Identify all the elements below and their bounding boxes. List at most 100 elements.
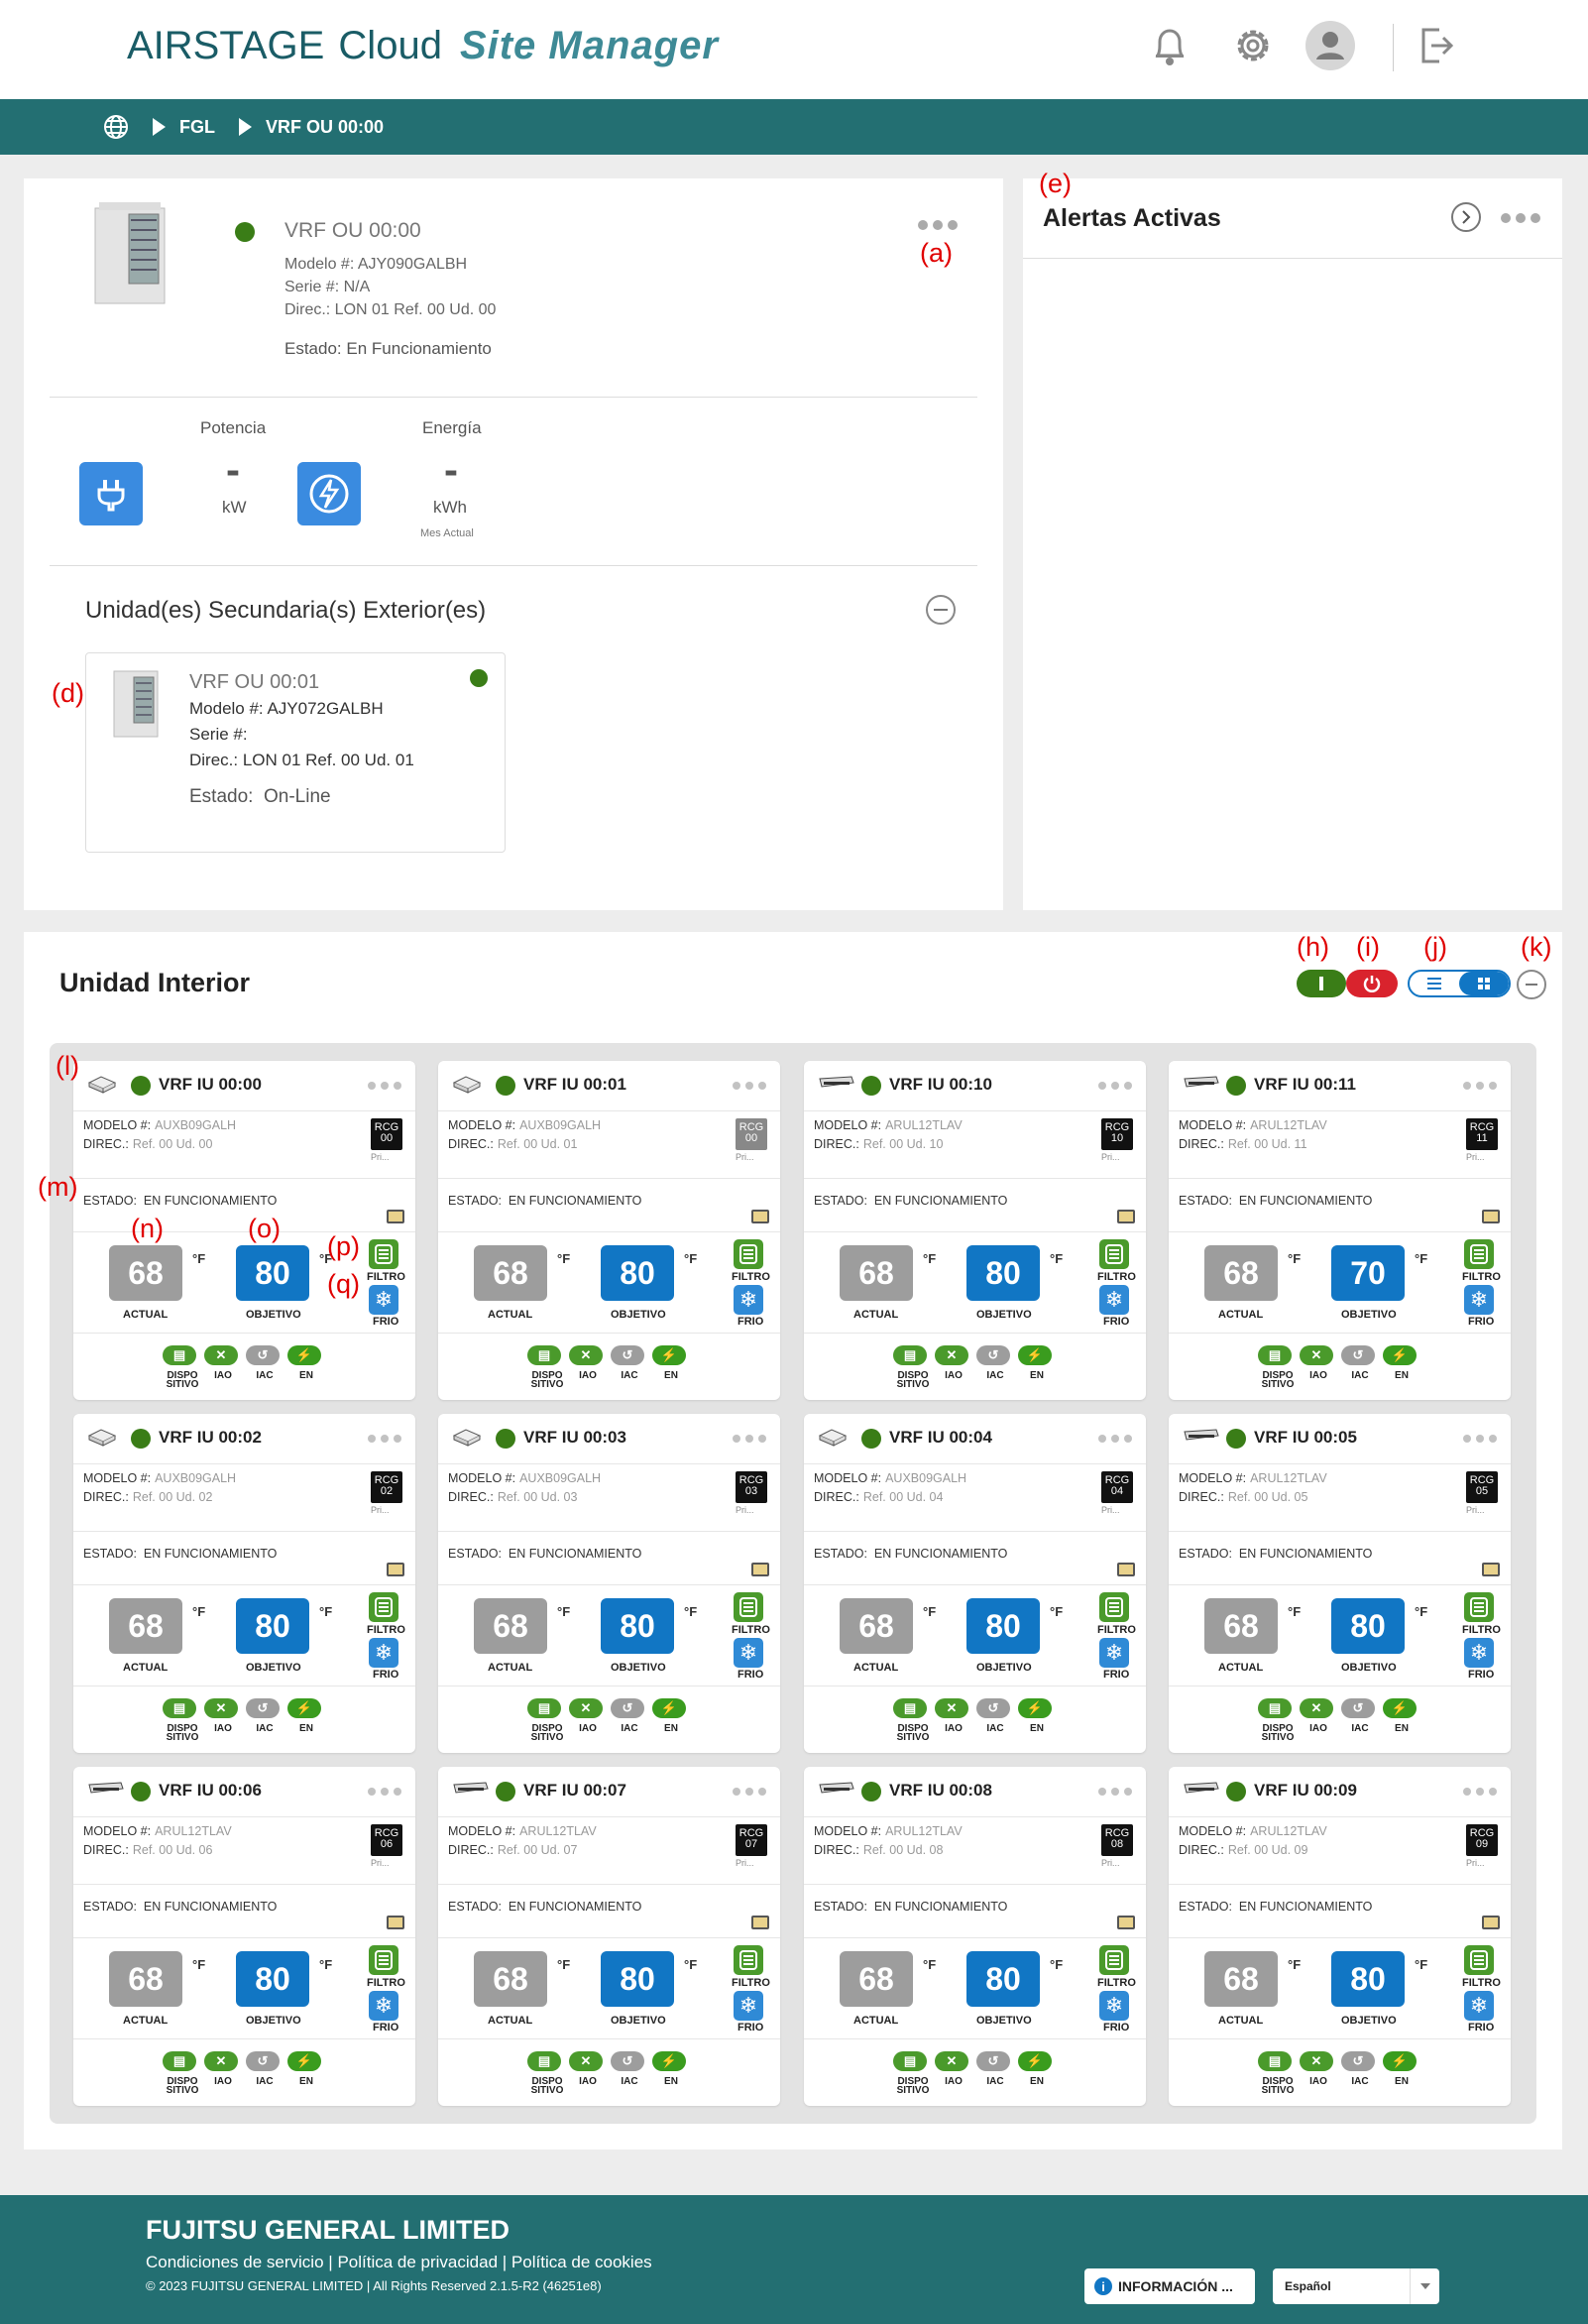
feature-pill-1[interactable]: ✕	[204, 2051, 238, 2071]
filter-icon[interactable]	[369, 1945, 398, 1975]
feature-pill-2[interactable]: ↺	[976, 2051, 1010, 2071]
feature-pill-0[interactable]: ▤	[163, 1698, 196, 1718]
feature-pill-2[interactable]: ↺	[246, 2051, 280, 2071]
language-select[interactable]: Español	[1273, 2268, 1439, 2304]
more-options-icon[interactable]	[733, 1788, 766, 1796]
filter-icon[interactable]	[734, 1239, 763, 1269]
feature-pill-1[interactable]: ✕	[935, 2051, 968, 2071]
unit-name[interactable]: VRF IU 00:07	[523, 1781, 626, 1801]
breadcrumb-current[interactable]: VRF OU 00:00	[266, 117, 384, 138]
filter-icon[interactable]	[734, 1592, 763, 1622]
feature-pill-0[interactable]: ▤	[893, 1698, 927, 1718]
feature-pill-2[interactable]: ↺	[246, 1345, 280, 1365]
filter-icon[interactable]	[1464, 1592, 1494, 1622]
unit-name[interactable]: VRF IU 00:04	[889, 1428, 992, 1448]
indoor-unit-card[interactable]: VRF IU 00:01 MODELO #: AUXB09GALH DIREC.: Re…	[438, 1061, 780, 1400]
more-options-icon[interactable]	[1463, 1082, 1497, 1090]
more-options-icon[interactable]	[368, 1082, 401, 1090]
feature-pill-0[interactable]: ▤	[1258, 1698, 1292, 1718]
more-options-icon[interactable]	[368, 1435, 401, 1443]
rcg-badge[interactable]: RCG 06	[371, 1824, 402, 1856]
chevron-right-icon[interactable]	[1451, 202, 1481, 232]
feature-pill-0[interactable]: ▤	[893, 1345, 927, 1365]
feature-pill-2[interactable]: ↺	[1341, 1698, 1375, 1718]
feature-pill-1[interactable]: ✕	[204, 1345, 238, 1365]
collapse-icon[interactable]	[926, 595, 956, 625]
unit-name[interactable]: VRF IU 00:05	[1254, 1428, 1357, 1448]
info-button[interactable]: i INFORMACIÓN ...	[1084, 2268, 1255, 2304]
schedule-icon[interactable]	[751, 1916, 769, 1929]
feature-pill-1[interactable]: ✕	[935, 1698, 968, 1718]
feature-pill-3[interactable]: ⚡	[652, 2051, 686, 2071]
globe-icon[interactable]	[103, 114, 129, 140]
feature-pill-3[interactable]: ⚡	[1018, 1698, 1052, 1718]
schedule-icon[interactable]	[387, 1563, 404, 1576]
feature-pill-0[interactable]: ▤	[527, 1698, 561, 1718]
feature-pill-2[interactable]: ↺	[246, 1698, 280, 1718]
unit-name[interactable]: VRF IU 00:06	[159, 1781, 262, 1801]
rcg-badge[interactable]: RCG 02	[371, 1471, 402, 1503]
target-temp[interactable]: 70	[1331, 1245, 1405, 1301]
unit-name[interactable]: VRF IU 00:03	[523, 1428, 626, 1448]
feature-pill-1[interactable]: ✕	[1300, 2051, 1333, 2071]
feature-pill-1[interactable]: ✕	[1300, 1698, 1333, 1718]
unit-name[interactable]: VRF IU 00:09	[1254, 1781, 1357, 1801]
target-temp[interactable]: 80	[1331, 1951, 1405, 2007]
target-temp[interactable]: 80	[966, 1951, 1040, 2007]
feature-pill-1[interactable]: ✕	[1300, 1345, 1333, 1365]
snowflake-icon[interactable]: ❄	[369, 1638, 398, 1668]
snowflake-icon[interactable]: ❄	[1099, 1285, 1129, 1315]
plug-icon[interactable]	[79, 462, 143, 525]
more-options-icon[interactable]	[1098, 1435, 1132, 1443]
feature-pill-2[interactable]: ↺	[611, 2051, 644, 2071]
filter-icon[interactable]	[1464, 1945, 1494, 1975]
indoor-unit-card[interactable]: VRF IU 00:03 MODELO #: AUXB09GALH DIREC.: Re…	[438, 1414, 780, 1753]
power-off-button[interactable]	[1346, 970, 1398, 997]
rcg-badge[interactable]: RCG 11	[1466, 1118, 1498, 1150]
target-temp[interactable]: 80	[1331, 1598, 1405, 1654]
logout-icon[interactable]	[1412, 20, 1463, 71]
feature-pill-1[interactable]: ✕	[204, 1698, 238, 1718]
schedule-icon[interactable]	[387, 1916, 404, 1929]
rcg-badge[interactable]: RCG 10	[1101, 1118, 1133, 1150]
unit-name[interactable]: VRF IU 00:11	[1254, 1075, 1356, 1095]
indoor-unit-card[interactable]: VRF IU 00:06 MODELO #: ARUL12TLAV DIREC.: Re…	[73, 1767, 415, 2106]
snowflake-icon[interactable]: ❄	[1099, 1638, 1129, 1668]
schedule-icon[interactable]	[751, 1210, 769, 1223]
feature-pill-3[interactable]: ⚡	[1018, 1345, 1052, 1365]
unit-name[interactable]: VRF IU 00:02	[159, 1428, 262, 1448]
schedule-icon[interactable]	[751, 1563, 769, 1576]
more-options-icon[interactable]	[1098, 1788, 1132, 1796]
feature-pill-2[interactable]: ↺	[611, 1345, 644, 1365]
more-options-icon[interactable]	[368, 1788, 401, 1796]
feature-pill-0[interactable]: ▤	[163, 1345, 196, 1365]
indoor-unit-card[interactable]: VRF IU 00:08 MODELO #: ARUL12TLAV DIREC.: Re…	[804, 1767, 1146, 2106]
unit-name[interactable]: VRF IU 00:01	[523, 1075, 626, 1095]
feature-pill-3[interactable]: ⚡	[287, 1698, 321, 1718]
rcg-badge[interactable]: RCG 00	[736, 1118, 767, 1150]
more-options-icon[interactable]	[733, 1082, 766, 1090]
feature-pill-0[interactable]: ▤	[1258, 2051, 1292, 2071]
unit-name[interactable]: VRF IU 00:08	[889, 1781, 992, 1801]
feature-pill-3[interactable]: ⚡	[1383, 1698, 1417, 1718]
power-on-button[interactable]	[1297, 970, 1346, 997]
filter-icon[interactable]	[369, 1239, 398, 1269]
grid-view-icon[interactable]	[1459, 972, 1509, 995]
feature-pill-2[interactable]: ↺	[611, 1698, 644, 1718]
rcg-badge[interactable]: RCG 08	[1101, 1824, 1133, 1856]
indoor-unit-card[interactable]: VRF IU 00:11 MODELO #: ARUL12TLAV DIREC.: Re…	[1169, 1061, 1511, 1400]
rcg-badge[interactable]: RCG 07	[736, 1824, 767, 1856]
feature-pill-2[interactable]: ↺	[1341, 1345, 1375, 1365]
more-options-icon[interactable]	[733, 1435, 766, 1443]
feature-pill-0[interactable]: ▤	[527, 2051, 561, 2071]
target-temp[interactable]: 80	[601, 1598, 674, 1654]
collapse-icon[interactable]	[1517, 970, 1546, 999]
indoor-unit-card[interactable]: VRF IU 00:07 MODELO #: ARUL12TLAV DIREC.: Re…	[438, 1767, 780, 2106]
schedule-icon[interactable]	[1482, 1916, 1500, 1929]
snowflake-icon[interactable]: ❄	[734, 1638, 763, 1668]
filter-icon[interactable]	[1099, 1945, 1129, 1975]
secondary-unit-card[interactable]: VRF OU 00:01 Modelo #: AJY072GALBH Serie…	[85, 652, 506, 853]
feature-pill-1[interactable]: ✕	[935, 1345, 968, 1365]
cookies-link[interactable]: Política de cookies	[511, 2253, 652, 2271]
unit-name[interactable]: VRF IU 00:00	[159, 1075, 262, 1095]
